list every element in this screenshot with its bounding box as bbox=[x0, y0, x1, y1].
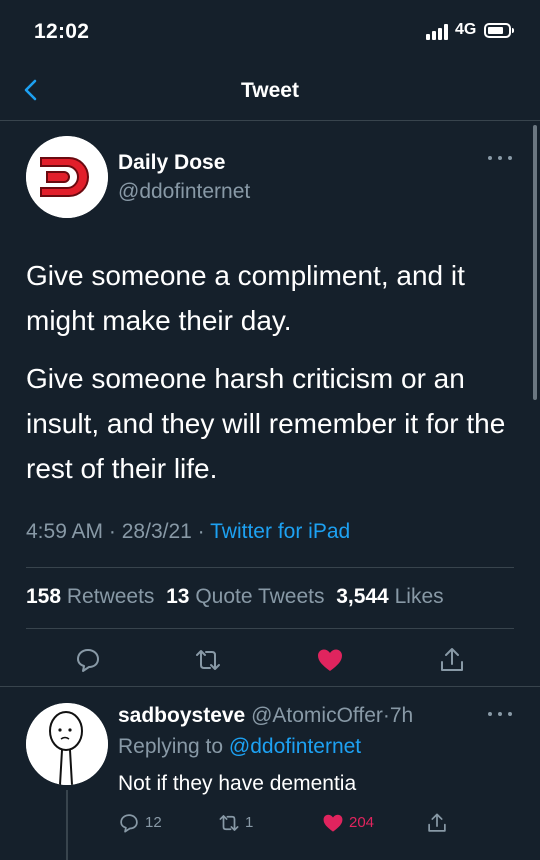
meta-separator: · bbox=[382, 704, 390, 727]
status-bar: 12:02 4G bbox=[0, 0, 540, 62]
replying-to: Replying to @ddofinternet bbox=[118, 735, 361, 759]
retweet-count: 1 bbox=[245, 814, 254, 831]
retweets-label: Retweets bbox=[66, 585, 155, 608]
tweet-actions bbox=[0, 640, 540, 684]
retweet-icon bbox=[219, 815, 239, 831]
tweet-text: Give someone a compliment, and it might … bbox=[26, 253, 516, 491]
tweet-stats: 158 Retweets 13 Quote Tweets 3,544 Likes bbox=[26, 585, 444, 609]
reply-author-name[interactable]: sadboysteve bbox=[118, 704, 245, 727]
divider bbox=[26, 567, 514, 568]
reply-icon[interactable] bbox=[74, 646, 102, 674]
replying-to-link[interactable]: @ddofinternet bbox=[229, 735, 361, 758]
battery-icon bbox=[484, 23, 514, 38]
share-icon[interactable] bbox=[438, 646, 466, 674]
author-avatar[interactable] bbox=[26, 136, 108, 218]
tweet-date: 28/3/21 bbox=[121, 520, 192, 543]
meta-separator: · bbox=[197, 520, 205, 543]
retweets-count: 158 bbox=[26, 585, 62, 608]
quotes-count: 13 bbox=[166, 585, 190, 608]
retweets-stat[interactable]: 158 Retweets bbox=[26, 585, 154, 608]
divider bbox=[0, 686, 540, 687]
reply-count: 12 bbox=[145, 814, 162, 831]
more-options-icon[interactable] bbox=[487, 154, 513, 162]
daily-dose-logo-icon bbox=[26, 136, 108, 218]
reply-more-options-icon[interactable] bbox=[487, 710, 513, 718]
likes-label: Likes bbox=[394, 585, 444, 608]
share-icon bbox=[428, 813, 446, 832]
meta-separator: · bbox=[108, 520, 116, 543]
reply-age: 7h bbox=[389, 704, 414, 727]
tweet-paragraph: Give someone harsh criticism or an insul… bbox=[26, 363, 506, 484]
replying-to-prefix: Replying to bbox=[118, 735, 224, 758]
quote-tweets-stat[interactable]: 13 Quote Tweets bbox=[166, 585, 324, 608]
network-type: 4G bbox=[455, 21, 477, 38]
like-heart-icon[interactable] bbox=[316, 646, 344, 674]
divider bbox=[26, 628, 514, 629]
thread-connector-line bbox=[66, 790, 68, 860]
quotes-label: Quote Tweets bbox=[195, 585, 325, 608]
scrollbar[interactable] bbox=[533, 125, 537, 400]
retweet-icon[interactable] bbox=[194, 646, 222, 674]
author-name[interactable]: Daily Dose bbox=[118, 151, 225, 175]
reply-icon bbox=[120, 814, 138, 833]
signal-strength-icon bbox=[426, 24, 452, 40]
navigation-bar: Tweet bbox=[0, 62, 540, 121]
tweet-time: 4:59 AM bbox=[26, 520, 104, 543]
likes-stat[interactable]: 3,544 Likes bbox=[336, 585, 443, 608]
reply-text: Not if they have dementia bbox=[118, 772, 357, 795]
author-handle[interactable]: @ddofinternet bbox=[118, 180, 250, 204]
like-heart-icon bbox=[323, 814, 343, 832]
tweet-source-link[interactable]: Twitter for iPad bbox=[210, 520, 350, 543]
reply-author-avatar[interactable] bbox=[26, 703, 108, 785]
like-count: 204 bbox=[349, 814, 375, 831]
tweet-metadata: 4:59 AM · 28/3/21 · Twitter for iPad bbox=[26, 520, 350, 544]
reply-header: sadboysteve @AtomicOffer·7h bbox=[118, 704, 413, 728]
status-time: 12:02 bbox=[34, 20, 90, 43]
reply-author-handle[interactable]: @AtomicOffer bbox=[251, 704, 383, 727]
tweet-paragraph: Give someone a compliment, and it might … bbox=[26, 260, 465, 336]
page-title: Tweet bbox=[241, 79, 299, 102]
likes-count: 3,544 bbox=[336, 585, 389, 608]
stick-figure-avatar-icon bbox=[26, 703, 108, 785]
